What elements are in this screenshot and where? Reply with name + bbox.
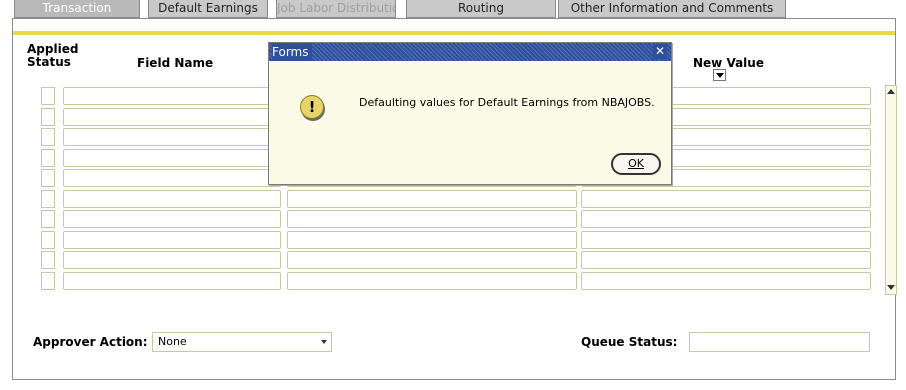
- approver-action-value: None: [158, 335, 187, 348]
- applied-header-line2: Status: [27, 55, 71, 69]
- tab-transaction[interactable]: Transaction: [14, 0, 140, 18]
- row-status-checkbox[interactable]: [41, 128, 55, 146]
- current-value-cell[interactable]: [287, 210, 577, 228]
- dialog-titlebar[interactable]: Forms ✕: [269, 43, 671, 61]
- queue-status-field[interactable]: [689, 332, 870, 352]
- new-value-cell[interactable]: [581, 190, 871, 208]
- row-status-checkbox[interactable]: [41, 149, 55, 167]
- current-value-cell[interactable]: [287, 190, 577, 208]
- current-value-cell[interactable]: [287, 231, 577, 249]
- row-status-checkbox[interactable]: [41, 272, 55, 290]
- warning-icon: !: [300, 95, 324, 119]
- row-status-checkbox[interactable]: [41, 251, 55, 269]
- row-status-checkbox[interactable]: [41, 169, 55, 187]
- ok-button-label: OK: [628, 157, 644, 170]
- section-divider: [13, 31, 895, 35]
- queue-status-label: Queue Status:: [581, 335, 678, 349]
- row-status-checkbox[interactable]: [41, 108, 55, 126]
- field-name-cell[interactable]: [63, 149, 281, 167]
- row-status-checkbox[interactable]: [41, 190, 55, 208]
- scroll-down-icon[interactable]: [886, 283, 896, 293]
- tab-default-earnings[interactable]: Default Earnings: [148, 0, 268, 18]
- row-status-checkbox[interactable]: [41, 87, 55, 105]
- row-status-checkbox[interactable]: [41, 231, 55, 249]
- close-icon[interactable]: ✕: [653, 44, 667, 59]
- field-name-cell[interactable]: [63, 87, 281, 105]
- dialog-message: Defaulting values for Default Earnings f…: [359, 96, 655, 109]
- field-name-cell[interactable]: [63, 210, 281, 228]
- forms-alert-dialog: Forms ✕ ! Defaulting values for Default …: [268, 42, 672, 185]
- field-name-cell[interactable]: [63, 108, 281, 126]
- current-value-cell[interactable]: [287, 251, 577, 269]
- field-name-cell[interactable]: [63, 128, 281, 146]
- row-status-checkbox[interactable]: [41, 210, 55, 228]
- field-name-cell[interactable]: [63, 169, 281, 187]
- new-value-cell[interactable]: [581, 231, 871, 249]
- approver-action-select[interactable]: None: [152, 332, 332, 352]
- new-value-cell[interactable]: [581, 210, 871, 228]
- ok-button[interactable]: OK: [611, 153, 661, 175]
- applied-status-header: Applied Status: [27, 43, 78, 69]
- tab-job-labor-distribution: Job Labor Distribution: [276, 0, 396, 18]
- new-value-cell[interactable]: [581, 251, 871, 269]
- field-name-cell[interactable]: [63, 251, 281, 269]
- current-value-cell[interactable]: [287, 272, 577, 290]
- tab-strip: Transaction Default Earnings Job Labor D…: [14, 0, 894, 18]
- new-value-dropdown-icon[interactable]: [713, 69, 726, 81]
- tab-routing[interactable]: Routing: [406, 0, 556, 18]
- chevron-down-icon[interactable]: [321, 340, 327, 344]
- dialog-title: Forms: [272, 43, 313, 61]
- tab-other-information[interactable]: Other Information and Comments: [558, 0, 786, 18]
- approver-action-label: Approver Action:: [33, 335, 148, 349]
- scroll-up-icon[interactable]: [886, 87, 896, 97]
- new-value-cell[interactable]: [581, 272, 871, 290]
- grid-scrollbar[interactable]: [885, 85, 897, 295]
- field-name-cell[interactable]: [63, 190, 281, 208]
- field-name-cell[interactable]: [63, 272, 281, 290]
- new-value-header: New Value: [693, 56, 764, 70]
- field-name-header: Field Name: [137, 56, 214, 70]
- field-name-cell[interactable]: [63, 231, 281, 249]
